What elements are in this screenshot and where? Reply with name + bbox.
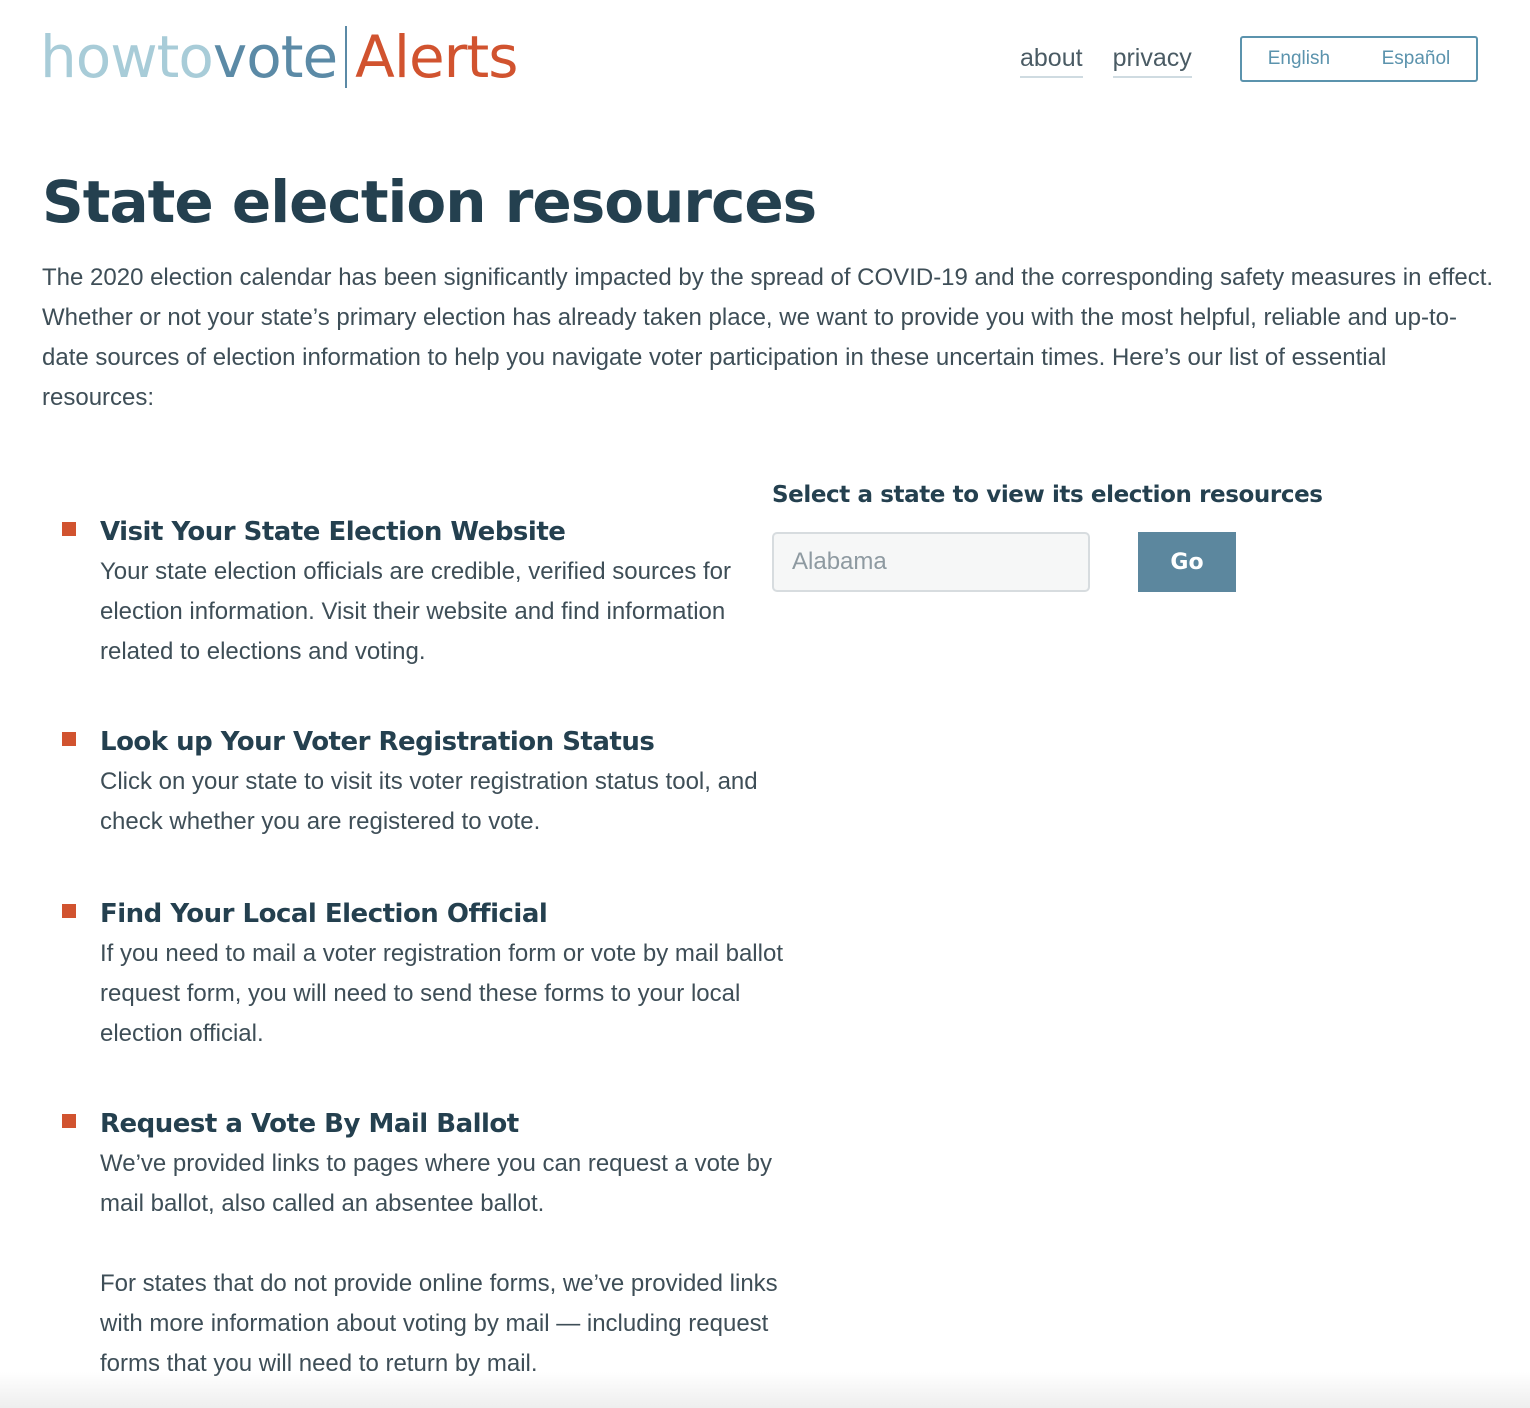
nav-about-link[interactable]: about (1020, 42, 1083, 78)
resource-item: Find Your Local Election Official If you… (62, 894, 790, 1054)
page-title: State election resources (42, 168, 817, 236)
resource-description: We’ve provided links to pages where you … (100, 1150, 772, 1217)
state-selector-heading: Select a state to view its election reso… (772, 482, 1323, 508)
language-espanol-link[interactable]: Español (1382, 48, 1451, 70)
language-switcher: English Español (1240, 36, 1478, 82)
language-english-link[interactable]: English (1268, 48, 1330, 70)
square-bullet-icon (62, 732, 76, 746)
square-bullet-icon (62, 522, 76, 536)
resource-description-extra: For states that do not provide online fo… (100, 1270, 778, 1377)
resource-item: Request a Vote By Mail Ballot We’ve prov… (62, 1104, 790, 1384)
nav-privacy-link[interactable]: privacy (1112, 42, 1192, 78)
resource-title: Find Your Local Election Official (100, 899, 548, 929)
square-bullet-icon (62, 1114, 76, 1128)
square-bullet-icon (62, 904, 76, 918)
top-nav: about privacy (1020, 42, 1192, 78)
resource-item: Look up Your Voter Registration Status C… (62, 722, 790, 842)
resource-title: Request a Vote By Mail Ballot (100, 1109, 519, 1139)
logo-divider (345, 26, 348, 88)
resource-title: Look up Your Voter Registration Status (100, 727, 655, 757)
resource-description: Click on your state to visit its voter r… (100, 768, 758, 835)
resource-description: If you need to mail a voter registration… (100, 940, 783, 1047)
resource-item: Visit Your State Election Website Your s… (62, 512, 790, 672)
logo-alerts-text: Alerts (355, 23, 518, 91)
state-select-input[interactable] (772, 532, 1090, 592)
go-button[interactable]: Go (1138, 532, 1236, 592)
logo-vote-text: vote (212, 23, 338, 91)
intro-paragraph: The 2020 election calendar has been sign… (42, 264, 1494, 411)
site-logo[interactable]: howto vote Alerts (40, 22, 518, 92)
logo-howto-text: howto (40, 23, 214, 91)
resource-title: Visit Your State Election Website (100, 517, 566, 547)
resource-description: Your state election officials are credib… (100, 558, 731, 665)
